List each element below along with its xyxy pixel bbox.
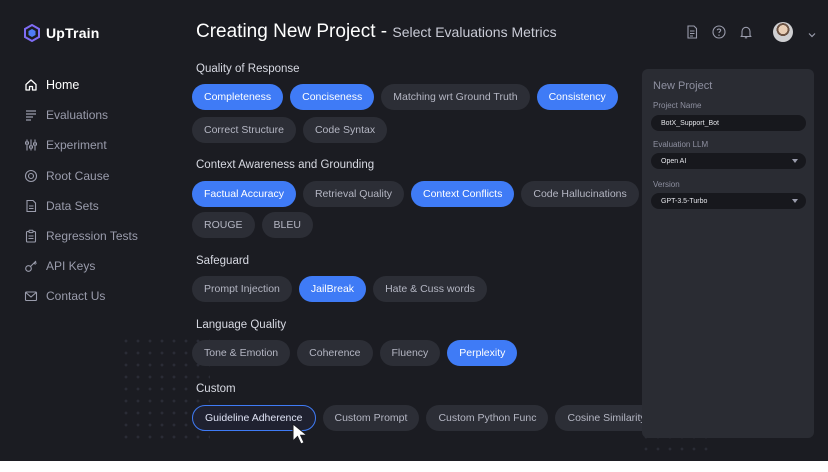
chip-row: Tone & Emotion Coherence Fluency Perplex…	[192, 340, 518, 366]
metric-chip-bleu[interactable]: BLEU	[261, 212, 313, 238]
chip-row: Prompt Injection JailBreak Hate & Cuss w…	[192, 276, 487, 302]
avatar[interactable]	[773, 22, 793, 42]
chip-row: Factual Accuracy Retrieval Quality Conte…	[192, 181, 639, 207]
chip-row: Completeness Conciseness Matching wrt Gr…	[192, 84, 618, 110]
version-label: Version	[653, 180, 680, 189]
project-name-field[interactable]: BotX_Support_Bot	[651, 115, 806, 131]
metric-chip-jailbreak[interactable]: JailBreak	[298, 276, 367, 302]
dropdown-caret-icon	[792, 159, 798, 163]
sidebar-item-label: Root Cause	[46, 168, 110, 183]
sidebar-item-api-keys[interactable]: API Keys	[24, 251, 138, 281]
page-subtitle: Select Evaluations Metrics	[392, 24, 557, 40]
list-icon	[26, 110, 36, 121]
section-title-safeguard: Safeguard	[196, 255, 250, 267]
section-title-custom: Custom	[196, 383, 236, 395]
metric-chip-consistency[interactable]: Consistency	[536, 84, 618, 110]
key-icon	[25, 260, 37, 273]
sidebar-item-data-sets[interactable]: Data Sets	[24, 191, 138, 221]
project-name-label: Project Name	[653, 101, 702, 110]
metric-chip-prompt-injection[interactable]: Prompt Injection	[192, 276, 292, 302]
metric-chip-matching-ground-truth[interactable]: Matching wrt Ground Truth	[381, 84, 530, 110]
section-title-quality-of-response: Quality of Response	[196, 63, 300, 75]
sidebar-item-label: Home	[46, 78, 80, 93]
evaluation-llm-value: Open AI	[661, 157, 687, 165]
new-project-panel: New Project Project Name BotX_Support_Bo…	[642, 69, 814, 438]
sidebar-item-label: Experiment	[46, 138, 107, 153]
bottom-strip	[0, 461, 828, 472]
metric-chip-custom-prompt[interactable]: Custom Prompt	[322, 405, 420, 431]
metric-chip-conciseness[interactable]: Conciseness	[290, 84, 375, 110]
metric-chip-correct-structure[interactable]: Correct Structure	[192, 117, 296, 143]
version-select[interactable]: GPT-3.5-Turbo	[651, 193, 806, 209]
metric-chip-hate-cuss-words[interactable]: Hate & Cuss words	[373, 276, 487, 302]
clipboard-icon	[25, 229, 37, 243]
sidebar-item-label: Evaluations	[46, 108, 109, 123]
app-frame: UpTrain Home Evaluations Experiment Root…	[0, 0, 828, 461]
metric-chip-perplexity[interactable]: Perplexity	[447, 340, 518, 366]
sidebar-item-label: Contact Us	[46, 289, 106, 304]
section-title-context-awareness: Context Awareness and Grounding	[196, 159, 375, 171]
header-actions	[684, 22, 817, 42]
sidebar-item-label: Data Sets	[46, 198, 99, 213]
mail-icon	[24, 291, 38, 302]
metric-chip-custom-python-func[interactable]: Custom Python Func	[426, 405, 549, 431]
metric-chip-retrieval-quality[interactable]: Retrieval Quality	[302, 181, 404, 207]
metric-chip-coherence[interactable]: Coherence	[297, 340, 373, 366]
document-icon	[26, 199, 37, 212]
metric-chip-rouge[interactable]: ROUGE	[192, 212, 255, 238]
metric-chip-tone-emotion[interactable]: Tone & Emotion	[192, 340, 291, 366]
sidebar-item-contact-us[interactable]: Contact Us	[24, 281, 138, 311]
sidebar-item-label: Regression Tests	[46, 229, 138, 244]
sidebar-item-evaluations[interactable]: Evaluations	[24, 100, 138, 130]
sidebar-item-home[interactable]: Home	[24, 70, 138, 100]
mouse-cursor-icon	[292, 423, 309, 445]
target-icon	[24, 169, 38, 182]
metric-chip-context-conflicts[interactable]: Context Conflicts	[410, 181, 515, 207]
home-icon	[25, 79, 37, 91]
sidebar-item-experiment[interactable]: Experiment	[24, 130, 138, 160]
chip-row: Guideline Adherence Custom Prompt Custom…	[192, 405, 658, 431]
section-title-language-quality: Language Quality	[196, 319, 287, 331]
evaluation-llm-label: Evaluation LLM	[653, 140, 709, 149]
project-name-value: BotX_Support_Bot	[661, 119, 719, 127]
sidebar-nav: Home Evaluations Experiment Root Cause D…	[24, 70, 138, 312]
chevron-down-icon[interactable]	[807, 27, 817, 38]
page-title: Creating New Project - Select Evaluation…	[196, 21, 557, 43]
chip-row: Correct Structure Code Syntax	[192, 117, 388, 143]
sidebar-item-regression-tests[interactable]: Regression Tests	[24, 221, 138, 251]
uptrain-logo-icon	[24, 24, 40, 42]
app-logo[interactable]: UpTrain	[24, 24, 100, 42]
metric-chip-code-syntax[interactable]: Code Syntax	[302, 117, 388, 143]
dropdown-caret-icon	[792, 199, 798, 203]
evaluation-llm-select[interactable]: Open AI	[651, 153, 806, 169]
version-value: GPT-3.5-Turbo	[661, 197, 708, 205]
bell-icon[interactable]	[738, 24, 754, 40]
metric-chip-completeness[interactable]: Completeness	[192, 84, 284, 110]
sidebar-item-label: API Keys	[46, 259, 96, 274]
metric-chip-factual-accuracy[interactable]: Factual Accuracy	[192, 181, 296, 207]
metric-chip-fluency[interactable]: Fluency	[379, 340, 441, 366]
app-name: UpTrain	[46, 25, 100, 41]
help-icon[interactable]	[711, 24, 727, 40]
panel-title: New Project	[653, 80, 713, 92]
sliders-icon	[25, 139, 37, 151]
metric-chip-code-hallucinations[interactable]: Code Hallucinations	[521, 181, 639, 207]
document-icon[interactable]	[684, 24, 700, 40]
sidebar-item-root-cause[interactable]: Root Cause	[24, 161, 138, 191]
chip-row: ROUGE BLEU	[192, 212, 313, 238]
page-title-main: Creating New Project -	[196, 21, 393, 42]
